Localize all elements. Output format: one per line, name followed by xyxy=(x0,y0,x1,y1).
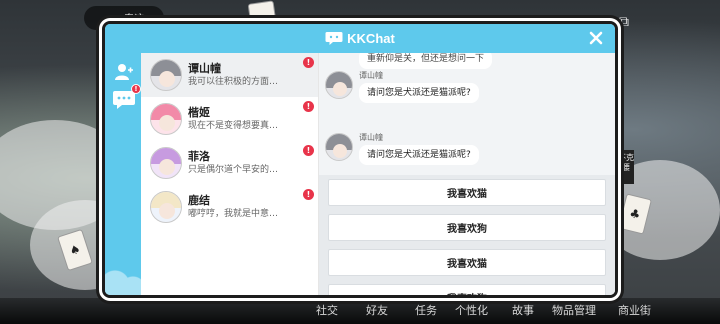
avatar xyxy=(150,191,182,223)
nav-item: 任务 xyxy=(415,304,437,317)
contact-preview: 嘟哼哼，我就是中意… xyxy=(188,209,279,219)
contact-preview: 只是偶尔道个早安的… xyxy=(188,165,279,175)
contact-item[interactable]: 楷姬 现在不是变得想要真… ! xyxy=(141,97,318,141)
title-bar: KKChat xyxy=(105,24,615,53)
app-title: KKChat xyxy=(347,31,395,46)
unread-badge: ! xyxy=(303,101,314,112)
message-bubble: 请问您是犬派还是猫派呢? xyxy=(359,145,479,165)
contact-item[interactable]: 谭山幢 我可以往积极的方面… ! xyxy=(141,53,318,97)
window-icon: ⧉ xyxy=(619,14,629,30)
unread-badge: ! xyxy=(303,189,314,200)
avatar xyxy=(150,103,182,135)
chat-pane: 重新仰是关，但还是想问一下 谭山幢 请问您是犬派还是猫派呢? 谭山幢 请问您是犬… xyxy=(319,53,615,295)
message-sender: 谭山幢 xyxy=(359,71,383,80)
message: 谭山幢 请问您是犬派还是猫派呢? xyxy=(325,133,479,165)
messages-tab[interactable]: ! xyxy=(111,84,141,113)
message-bubble-partial: 重新仰是关，但还是想问一下 xyxy=(359,53,493,69)
nav-item: 好友 xyxy=(366,304,388,317)
reply-option-button[interactable]: 我喜欢猫 xyxy=(328,249,606,276)
contact-preview: 我可以往积极的方面… xyxy=(188,77,279,87)
chat-window: KKChat ! 谭山幢 我可以往积极的方面… ! 楷姬 现在不是变得想要真… … xyxy=(102,21,618,298)
avatar xyxy=(150,147,182,179)
unread-badge: ! xyxy=(303,57,314,68)
message-sender: 谭山幢 xyxy=(359,133,383,142)
message-bubble: 请问您是犬派还是猫派呢? xyxy=(359,83,479,103)
nav-item: 社交 xyxy=(316,304,338,317)
contacts-icon xyxy=(115,64,133,80)
reply-option-button[interactable]: 我喜欢狗 xyxy=(328,284,606,295)
contact-list: 谭山幢 我可以往积极的方面… ! 楷姬 现在不是变得想要真… ! 菲洛 只是偶尔… xyxy=(141,53,319,295)
unread-badge: ! xyxy=(303,145,314,156)
messages-unread-badge: ! xyxy=(131,84,141,94)
contact-name: 菲洛 xyxy=(188,150,210,163)
nav-item: 物品管理 xyxy=(552,304,596,317)
contacts-tab[interactable] xyxy=(111,59,137,85)
avatar xyxy=(325,71,353,99)
reply-option-button[interactable]: 我喜欢狗 xyxy=(328,214,606,241)
message: 谭山幢 请问您是犬派还是猫派呢? xyxy=(325,71,479,103)
nav-item: 故事 xyxy=(512,304,534,317)
nav-item: 个性化 xyxy=(455,304,488,317)
nav-item: 商业街 xyxy=(618,304,651,317)
avatar xyxy=(325,133,353,161)
background-bottom-nav: 社交 好友 任务 个性化 故事 物品管理 商业街 xyxy=(0,298,720,324)
contact-name: 楷姬 xyxy=(188,106,210,119)
contact-name: 鹿结 xyxy=(188,194,210,207)
contact-preview: 现在不是变得想要真… xyxy=(188,121,279,131)
cloud-decoration xyxy=(105,255,141,295)
contact-name: 谭山幢 xyxy=(188,62,221,75)
contact-item[interactable]: 菲洛 只是偶尔道个早安的… ! xyxy=(141,141,318,185)
reply-options: 我喜欢猫 我喜欢狗 我喜欢猫 我喜欢狗 xyxy=(319,175,615,295)
avatar xyxy=(150,59,182,91)
contact-item[interactable]: 鹿结 嘟哼哼，我就是中意… ! xyxy=(141,185,318,229)
chat-logo-icon xyxy=(325,32,343,45)
left-rail: ! xyxy=(105,53,141,295)
close-button[interactable] xyxy=(587,29,605,47)
reply-option-button[interactable]: 我喜欢猫 xyxy=(328,179,606,206)
side-tag: 不克腰 xyxy=(618,150,634,184)
